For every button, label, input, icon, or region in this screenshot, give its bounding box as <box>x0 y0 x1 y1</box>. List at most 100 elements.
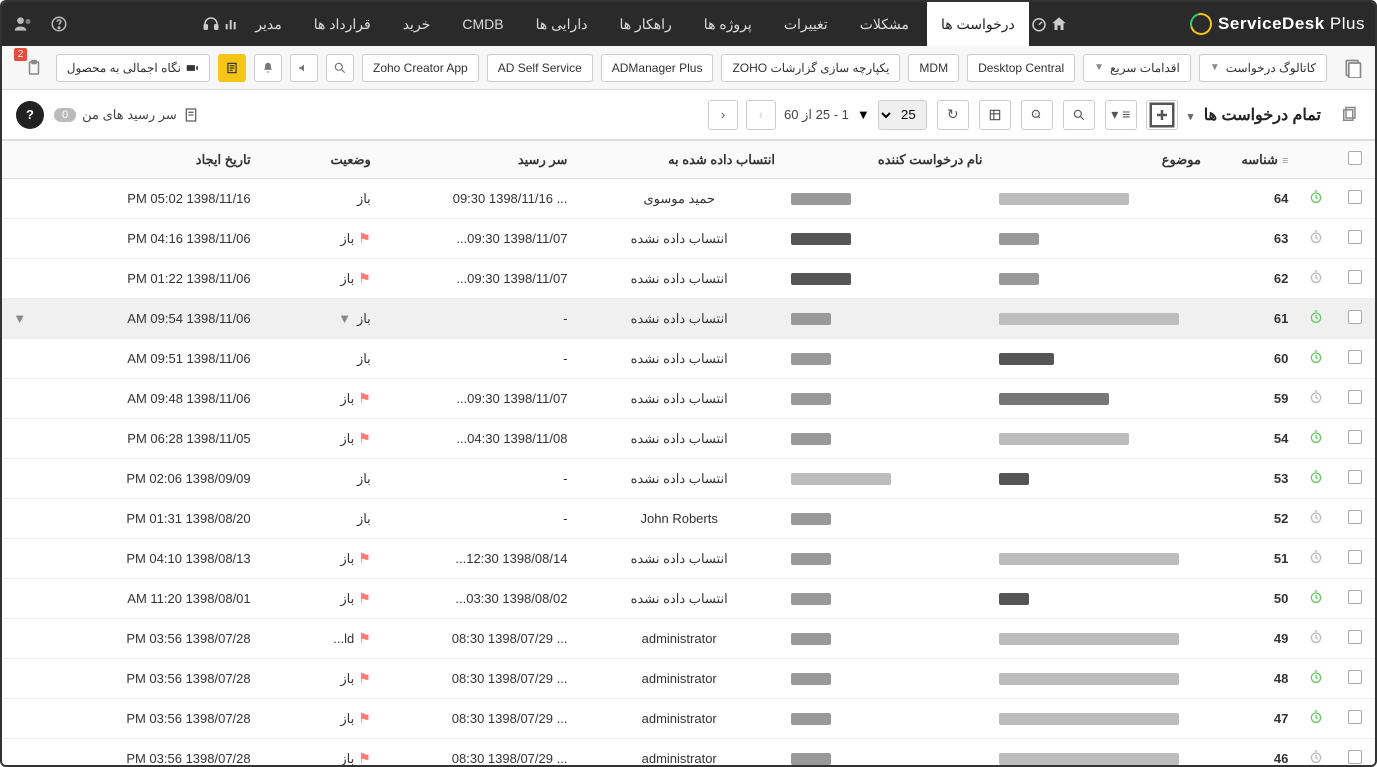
th-created[interactable]: تاریخ ایجاد <box>40 141 258 179</box>
row-checkbox[interactable] <box>1348 470 1362 484</box>
announce-icon[interactable] <box>290 54 318 82</box>
search-button[interactable] <box>1063 100 1095 130</box>
templates-icon[interactable] <box>1341 56 1365 80</box>
table-row[interactable]: 62انتساب داده نشده...09:30 1398/11/07⚑با… <box>2 259 1375 299</box>
table-row[interactable]: 63انتساب داده نشده...09:30 1398/11/07⚑با… <box>2 219 1375 259</box>
columns-button[interactable] <box>979 100 1011 130</box>
table-scroll[interactable]: شناسه موضوع نام درخواست کننده انتساب داد… <box>2 140 1375 765</box>
table-row[interactable]: 60انتساب داده نشده-بازAM 09:51 1398/11/0… <box>2 339 1375 379</box>
integration-chip[interactable]: MDM <box>908 54 959 82</box>
headset-icon[interactable] <box>201 14 221 34</box>
row-checkbox[interactable] <box>1348 630 1362 644</box>
product-overview-button[interactable]: نگاه اجمالی به محصول <box>56 54 210 82</box>
notes-icon[interactable] <box>218 54 246 82</box>
cell-due: 08:30 1398/07/29 ... <box>379 619 576 659</box>
help-button[interactable]: ? <box>16 101 44 129</box>
integration-chip[interactable]: Desktop Central <box>967 54 1075 82</box>
cell-subject <box>991 299 1209 339</box>
row-checkbox[interactable] <box>1348 350 1362 364</box>
integration-chip[interactable]: Zoho Creator App <box>362 54 479 82</box>
row-checkbox[interactable] <box>1348 310 1362 324</box>
chevron-down-icon[interactable]: ▼ <box>13 311 26 326</box>
search-all-icon[interactable] <box>326 54 354 82</box>
prev-page-button[interactable]: › <box>746 100 776 130</box>
per-page-select[interactable]: 25 <box>878 100 927 130</box>
bell-icon[interactable] <box>254 54 282 82</box>
table-row[interactable]: 54انتساب داده نشده...04:30 1398/11/08⚑با… <box>2 419 1375 459</box>
cell-id: 52 <box>1209 499 1296 539</box>
user-icon[interactable] <box>12 13 34 35</box>
refresh-button[interactable]: ↻ <box>937 100 969 130</box>
topnav-item[interactable]: دارایی ها <box>522 2 602 46</box>
th-expand <box>2 141 40 179</box>
topnav-item[interactable]: خرید <box>389 2 445 46</box>
th-due[interactable]: سر رسید <box>379 141 576 179</box>
table-row[interactable]: 47administrator08:30 1398/07/29 ...⚑بازP… <box>2 699 1375 739</box>
table-row[interactable]: 59انتساب داده نشده...09:30 1398/11/07⚑با… <box>2 379 1375 419</box>
table-row[interactable]: 48administrator08:30 1398/07/29 ...⚑بازP… <box>2 659 1375 699</box>
table-row[interactable]: 50انتساب داده نشده...03:30 1398/08/02⚑با… <box>2 579 1375 619</box>
integration-chip[interactable]: AD Self Service <box>487 54 593 82</box>
row-checkbox[interactable] <box>1348 550 1362 564</box>
th-status[interactable]: وضعیت <box>259 141 379 179</box>
home-icon[interactable] <box>1049 14 1069 34</box>
help-icon[interactable] <box>48 13 70 35</box>
row-caret-icon[interactable]: ▼ <box>338 311 351 326</box>
row-checkbox[interactable] <box>1348 230 1362 244</box>
filter-button[interactable] <box>1021 100 1053 130</box>
row-checkbox[interactable] <box>1348 510 1362 524</box>
integration-chip[interactable]: ADManager Plus <box>601 54 714 82</box>
reports-icon[interactable] <box>221 14 241 34</box>
clipboard-badge[interactable]: 2 <box>20 54 48 82</box>
th-id[interactable]: شناسه <box>1209 141 1296 179</box>
topnav-item[interactable]: تغییرات <box>770 2 842 46</box>
row-checkbox[interactable] <box>1348 750 1362 764</box>
flag-icon: ⚑ <box>358 270 371 287</box>
integration-chip[interactable]: یکپارچه سازی گزارشات ZOHO <box>721 54 900 82</box>
topnav: درخواست هامشکلاتتغییراتپروژه هاراهکار ها… <box>241 2 1029 46</box>
th-requester[interactable]: نام درخواست کننده <box>783 141 991 179</box>
topnav-item[interactable]: راهکار ها <box>605 2 685 46</box>
cell-requester <box>783 219 991 259</box>
next-page-button[interactable]: ‹ <box>708 100 738 130</box>
view-selector[interactable]: تمام درخواست ها <box>1188 105 1321 125</box>
catalog-dropdown[interactable]: کاتالوگ درخواست ▼ <box>1199 54 1327 82</box>
th-select <box>1336 141 1375 179</box>
row-checkbox[interactable] <box>1348 390 1362 404</box>
dashboard-icon[interactable] <box>1029 14 1049 34</box>
table-row[interactable]: 49administrator08:30 1398/07/29 ...⚑ld..… <box>2 619 1375 659</box>
cell-status: ⚑باز <box>259 219 379 259</box>
th-assigned[interactable]: انتساب داده شده به <box>575 141 783 179</box>
table-row[interactable]: 53انتساب داده نشده-بازPM 02:06 1398/09/0… <box>2 459 1375 499</box>
row-checkbox[interactable] <box>1348 590 1362 604</box>
table-row[interactable]: 52John Roberts-بازPM 01:31 1398/08/20 <box>2 499 1375 539</box>
my-approvals[interactable]: سر رسید های من 0 <box>54 107 199 123</box>
cell-id: 64 <box>1209 179 1296 219</box>
table-row[interactable]: 46administrator08:30 1398/07/29 ...⚑بازP… <box>2 739 1375 766</box>
topnav-item[interactable]: CMDB <box>448 2 517 46</box>
row-checkbox[interactable] <box>1348 670 1362 684</box>
topnav-item[interactable]: پروژه ها <box>690 2 766 46</box>
cell-due: ...09:30 1398/11/07 <box>379 219 576 259</box>
cell-created: PM 06:28 1398/11/05 <box>40 419 258 459</box>
table-row[interactable]: 64حمید موسوی09:30 1398/11/16 ...بازPM 05… <box>2 179 1375 219</box>
row-checkbox[interactable] <box>1348 270 1362 284</box>
quick-actions-dropdown[interactable]: اقدامات سریع ▼ <box>1083 54 1191 82</box>
cell-assigned: انتساب داده نشده <box>575 259 783 299</box>
copy-icon[interactable] <box>1337 103 1361 127</box>
row-checkbox[interactable] <box>1348 430 1362 444</box>
topnav-item[interactable]: قرارداد ها <box>300 2 385 46</box>
new-button[interactable] <box>1146 100 1178 130</box>
sla-icon <box>1308 629 1324 645</box>
list-view-button[interactable]: ≡ ▾ <box>1105 100 1137 130</box>
topnav-item[interactable]: مدیر <box>241 2 295 46</box>
row-checkbox[interactable] <box>1348 190 1362 204</box>
table-row[interactable]: 61انتساب داده نشده-باز▼AM 09:54 1398/11/… <box>2 299 1375 339</box>
table-row[interactable]: 51انتساب داده نشده...12:30 1398/08/14⚑با… <box>2 539 1375 579</box>
row-checkbox[interactable] <box>1348 710 1362 724</box>
topnav-item[interactable]: درخواست ها <box>927 2 1029 46</box>
cell-status: ⚑باز <box>259 699 379 739</box>
th-subject[interactable]: موضوع <box>991 141 1209 179</box>
select-all-checkbox[interactable] <box>1348 151 1362 165</box>
topnav-item[interactable]: مشکلات <box>846 2 923 46</box>
